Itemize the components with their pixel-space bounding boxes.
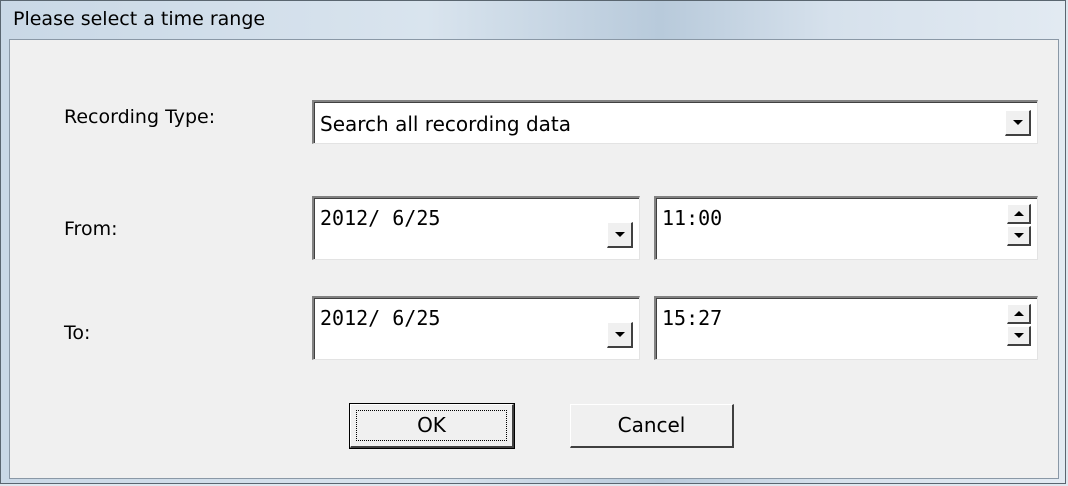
cancel-button[interactable]: Cancel [570,404,734,448]
dialog-window: Please select a time range Recording Typ… [0,0,1066,484]
to-time-spin-down[interactable] [1007,326,1031,346]
chevron-down-icon [614,332,625,337]
arrow-up-icon [1013,211,1024,216]
to-time-value: 15:27 [662,306,723,330]
chevron-down-icon [614,232,625,237]
dialog-body: Recording Type: Search all recording dat… [9,39,1059,479]
cancel-button-label: Cancel [617,413,686,437]
from-time-value: 11:00 [662,206,723,230]
to-date-value: 2012/ 6/25 [320,306,441,330]
arrow-up-icon [1013,311,1024,316]
arrow-down-icon [1013,233,1024,238]
arrow-down-icon [1013,333,1024,338]
window-title: Please select a time range [13,8,266,30]
to-date-dropdown-button[interactable] [607,322,633,348]
recording-type-dropdown-button[interactable] [1005,110,1031,136]
recording-type-value: Search all recording data [320,112,572,136]
ok-button[interactable]: OK [349,403,515,449]
from-date-picker[interactable]: 2012/ 6/25 [312,196,640,260]
recording-type-label: Recording Type: [64,106,216,128]
to-time-spin-up[interactable] [1007,304,1031,324]
recording-type-select[interactable]: Search all recording data [312,100,1038,144]
to-time-field[interactable]: 15:27 [654,296,1038,360]
from-date-dropdown-button[interactable] [607,222,633,248]
from-time-spin-up[interactable] [1007,204,1031,224]
from-label: From: [64,218,118,240]
ok-button-label: OK [417,413,446,437]
from-time-spin-down[interactable] [1007,226,1031,246]
from-time-field[interactable]: 11:00 [654,196,1038,260]
to-date-picker[interactable]: 2012/ 6/25 [312,296,640,360]
from-date-value: 2012/ 6/25 [320,206,441,230]
to-label: To: [64,322,91,344]
chevron-down-icon [1012,120,1023,125]
